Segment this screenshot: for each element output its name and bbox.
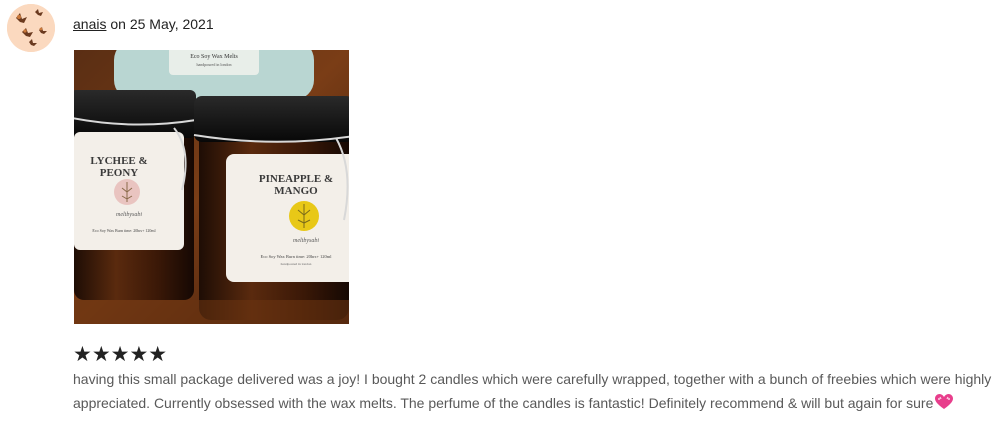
review-text: having this small package delivered was … <box>73 371 992 411</box>
review-text-block: having this small package delivered was … <box>73 368 998 417</box>
right-candle-name-2: MANGO <box>274 185 318 197</box>
candles-photo: Eco Soy Wax Melts handpoured in london L… <box>74 50 349 324</box>
package-label-line1: Eco Soy Wax Melts <box>190 54 238 60</box>
review-photo[interactable]: Eco Soy Wax Melts handpoured in london L… <box>74 50 349 324</box>
right-label-sub: handpoured in london <box>281 262 312 266</box>
right-brand: meltbysabi <box>293 238 319 244</box>
reviewer-name-link[interactable]: anais <box>73 16 106 32</box>
butterfly-avatar-icon <box>7 4 55 52</box>
review-date: 25 May, 2021 <box>129 16 214 32</box>
left-candle-name-2: PEONY <box>100 167 139 179</box>
right-label-footer: Eco Soy Wax Burn time: 20hrs+ 120ml <box>260 254 332 259</box>
review-byline: anais on 25 May, 2021 <box>73 16 214 32</box>
left-label-footer: Eco Soy Wax Burn time: 20hrs+ 120ml <box>92 228 156 233</box>
right-candle-name-1: PINEAPPLE & <box>259 173 333 185</box>
left-brand: meltbysabi <box>116 212 142 218</box>
date-prefix: on <box>106 16 130 32</box>
left-candle-name-1: LYCHEE & <box>90 155 147 167</box>
avatar[interactable] <box>7 4 55 52</box>
sparkling-heart-icon <box>935 393 954 418</box>
package-label-line2: handpoured in london <box>196 62 231 67</box>
star-rating: ★★★★★ <box>73 343 168 366</box>
